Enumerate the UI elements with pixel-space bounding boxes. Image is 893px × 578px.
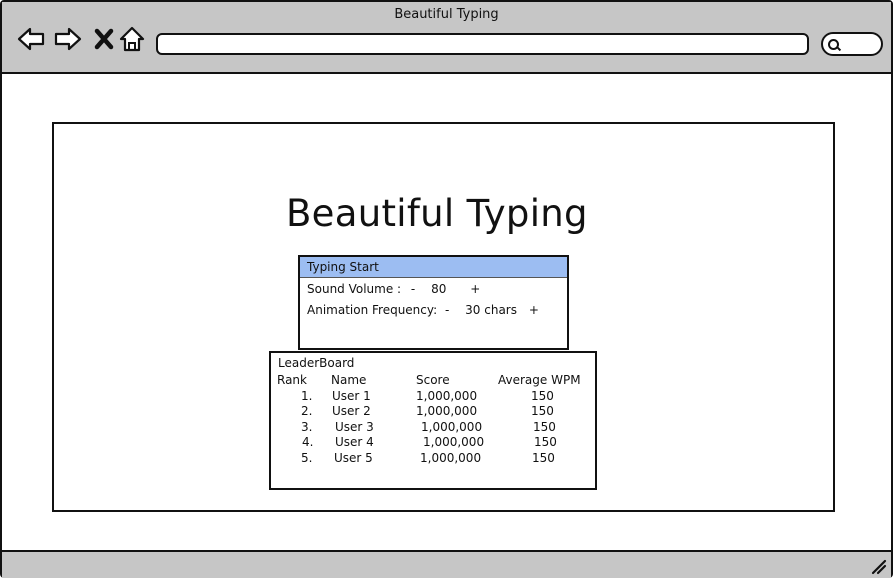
sound-volume-row: Sound Volume : - 80 + — [307, 282, 480, 296]
volume-decrease-button[interactable]: - — [411, 282, 415, 296]
wpm-cell: 150 — [531, 389, 554, 403]
animation-frequency-row: Animation Frequency: - 30 chars + — [307, 303, 539, 317]
name-cell: User 5 — [334, 451, 373, 465]
address-bar[interactable] — [156, 33, 809, 55]
rank-cell: 3. — [301, 420, 313, 434]
volume-value: 80 — [431, 282, 447, 296]
column-header-name: Name — [331, 373, 367, 387]
sound-volume-label: Sound Volume : — [307, 282, 402, 296]
close-icon[interactable] — [90, 24, 120, 54]
name-cell: User 4 — [335, 435, 374, 449]
score-cell: 1,000,000 — [423, 435, 485, 449]
status-bar — [2, 550, 891, 578]
wpm-cell: 150 — [534, 435, 557, 449]
volume-increase-button[interactable]: + — [470, 282, 480, 296]
wpm-cell: 150 — [531, 404, 554, 418]
rank-cell: 1. — [301, 389, 313, 403]
page-title: Beautiful Typing — [286, 192, 588, 235]
rank-cell: 2. — [301, 404, 313, 418]
browser-titlebar: Beautiful Typing — [2, 2, 891, 74]
column-header-score: Score — [416, 373, 450, 387]
animation-increase-button[interactable]: + — [529, 303, 539, 317]
back-arrow-icon[interactable] — [16, 24, 46, 54]
score-cell: 1,000,000 — [420, 451, 482, 465]
score-cell: 1,000,000 — [416, 389, 478, 403]
score-cell: 1,000,000 — [421, 420, 483, 434]
column-header-rank: Rank — [277, 373, 307, 387]
rank-cell: 5. — [301, 451, 313, 465]
animation-frequency-value: 30 chars — [465, 303, 517, 317]
name-cell: User 1 — [332, 389, 371, 403]
window-title: Beautiful Typing — [394, 7, 499, 22]
typing-start-button[interactable]: Typing Start — [300, 257, 567, 278]
forward-arrow-icon[interactable] — [53, 24, 83, 54]
name-cell: User 2 — [332, 404, 371, 418]
wpm-cell: 150 — [532, 451, 555, 465]
rank-cell: 4. — [302, 435, 314, 449]
typing-settings-panel: Typing Start Sound Volume : - 80 + Anima… — [298, 255, 569, 350]
animation-frequency-label: Animation Frequency: — [307, 303, 438, 317]
search-icon — [828, 39, 839, 50]
wpm-cell: 150 — [533, 420, 556, 434]
name-cell: User 3 — [335, 420, 374, 434]
home-icon[interactable] — [117, 24, 147, 54]
resize-grip-icon[interactable] — [871, 559, 887, 575]
search-box[interactable] — [821, 32, 883, 56]
score-cell: 1,000,000 — [416, 404, 478, 418]
column-header-average-wpm: Average WPM — [498, 373, 581, 387]
leaderboard-title: LeaderBoard — [278, 356, 355, 370]
leaderboard-panel: LeaderBoard Rank Name Score Average WPM … — [269, 351, 597, 490]
animation-decrease-button[interactable]: - — [445, 303, 449, 317]
